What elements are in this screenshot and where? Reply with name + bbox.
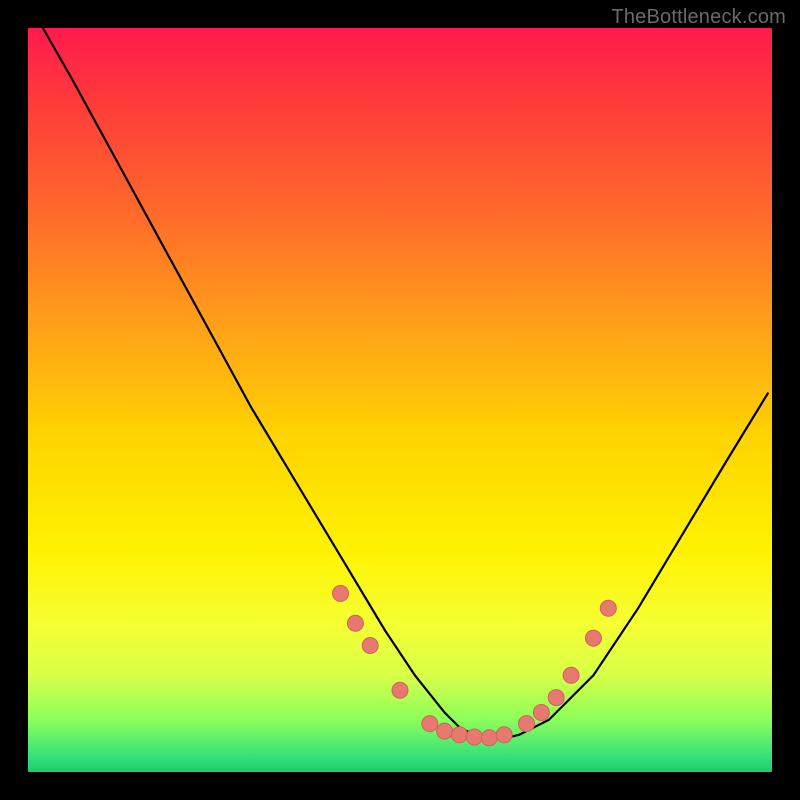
data-point [333,585,349,601]
data-point [362,638,378,654]
data-point [533,705,549,721]
data-point [481,730,497,746]
data-point [466,729,482,745]
data-point [452,727,468,743]
data-point [347,615,363,631]
data-point [496,727,512,743]
data-point [563,667,579,683]
data-point [600,600,616,616]
data-point [422,716,438,732]
bottleneck-curve [43,28,768,739]
data-points [333,585,617,745]
chart-area [28,28,772,772]
data-point [585,630,601,646]
data-point [437,723,453,739]
data-point [548,690,564,706]
plot-svg [28,28,772,772]
watermark-text: TheBottleneck.com [611,6,786,29]
data-point [392,682,408,698]
data-point [519,716,535,732]
